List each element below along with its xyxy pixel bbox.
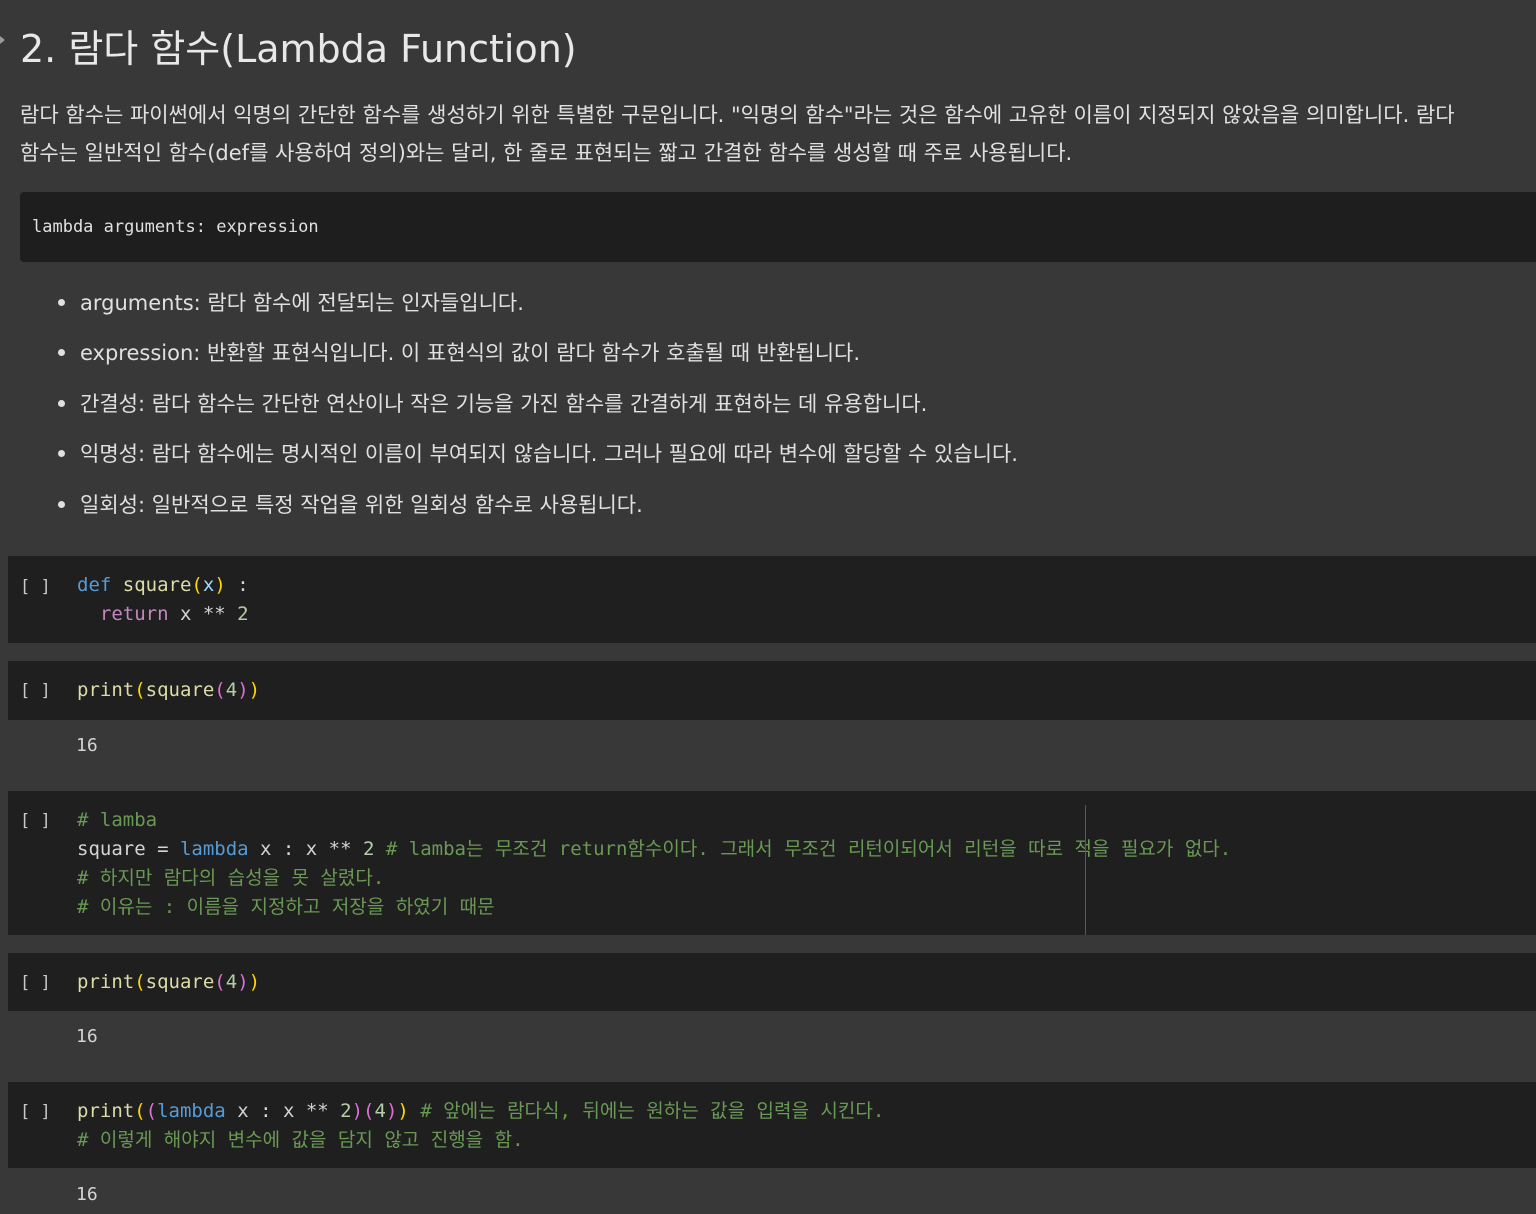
code-cell[interactable]: [ ] # lamba square = lambda x : x ** 2 # … — [8, 791, 1536, 935]
code-token: 4 — [374, 1100, 386, 1122]
code-token: ) — [351, 1100, 364, 1122]
code-token: x — [202, 574, 215, 596]
code-token: square — [145, 971, 215, 993]
run-cell-button[interactable]: [ ] — [20, 811, 51, 831]
code-token: print — [77, 679, 135, 701]
intro-paragraph: 람다 함수는 파이썬에서 익명의 간단한 함수를 생성하기 위한 특별한 구문입… — [20, 96, 1536, 172]
code-token: x ** — [168, 603, 238, 625]
bullet-dot-icon — [58, 400, 65, 407]
code-token: 4 — [225, 679, 238, 701]
code-token: x : x ** — [248, 838, 363, 860]
code-token: ) — [397, 1100, 409, 1122]
code-token: 2 — [237, 603, 249, 625]
code-editor[interactable]: def square(x) : return x ** 2 — [77, 571, 249, 629]
run-cell-button[interactable]: [ ] — [20, 681, 51, 701]
code-editor[interactable]: print(square(4)) — [77, 968, 260, 997]
code-line: # 이렇게 해야지 변수에 값을 담지 않고 진행을 함. — [77, 1126, 884, 1155]
code-line: square = lambda x : x ** 2 # lamba는 무조건 … — [77, 835, 1231, 864]
intro-line: 람다 함수는 파이썬에서 익명의 간단한 함수를 생성하기 위한 특별한 구문입… — [20, 103, 1455, 127]
code-token: # lamba — [77, 809, 158, 831]
code-line: def square(x) : — [77, 571, 249, 600]
code-token: square = — [77, 838, 180, 860]
code-token: ) — [214, 574, 226, 596]
code-token: square — [122, 574, 192, 596]
code-token: 2 — [362, 838, 375, 860]
code-token: ) — [248, 971, 261, 993]
code-editor[interactable]: # lamba square = lambda x : x ** 2 # lamb… — [77, 806, 1231, 922]
code-token: ( — [145, 1100, 158, 1122]
section-collapse-caret-icon[interactable] — [0, 36, 5, 44]
code-cell[interactable]: [ ] print((lambda x : x ** 2)(4)) # 앞에는 … — [8, 1082, 1536, 1168]
code-token: # 하지만 람다의 습성을 못 살렸다. — [77, 867, 385, 889]
section-heading: 2. 람다 함수(Lambda Function) — [20, 27, 577, 71]
code-cell[interactable]: [ ] print(square(4)) — [8, 661, 1536, 720]
cell-output: 16 — [76, 735, 98, 756]
code-line: print(square(4)) — [77, 968, 260, 997]
run-cell-button[interactable]: [ ] — [20, 577, 51, 597]
editor-ruler — [1085, 805, 1086, 935]
code-token: print — [77, 1100, 135, 1122]
cell-output: 16 — [76, 1184, 98, 1205]
bullet-dot-icon — [58, 349, 65, 356]
code-token: ( — [134, 679, 146, 701]
code-cell[interactable]: [ ] def square(x) : return x ** 2 — [8, 556, 1536, 643]
code-token: ) — [237, 971, 249, 993]
syntax-code-block: lambda arguments: expression — [20, 192, 1536, 262]
bullet-dot-icon — [58, 501, 65, 508]
code-line: print(square(4)) — [77, 676, 260, 705]
bullet-dot-icon — [58, 299, 65, 306]
code-token: square — [145, 679, 215, 701]
code-token: ) — [237, 679, 249, 701]
code-editor[interactable]: print((lambda x : x ** 2)(4)) # 앞에는 람다식,… — [77, 1097, 884, 1155]
code-line: # 하지만 람다의 습성을 못 살렸다. — [77, 864, 1231, 893]
code-token: # 이렇게 해야지 변수에 값을 담지 않고 진행을 함. — [77, 1129, 524, 1151]
code-token: : — [225, 574, 249, 596]
run-cell-button[interactable]: [ ] — [20, 1102, 51, 1122]
code-token: lambda — [179, 838, 249, 860]
run-cell-button[interactable]: [ ] — [20, 973, 51, 993]
code-token: # lamba는 무조건 return함수이다. 그래서 무조건 리턴이되어서 … — [385, 838, 1232, 860]
code-line: return x ** 2 — [77, 600, 249, 629]
code-token: ( — [191, 574, 203, 596]
code-token: ( — [134, 1100, 146, 1122]
code-token: return — [99, 603, 169, 625]
cell-output: 16 — [76, 1026, 98, 1047]
code-token: 2 — [340, 1100, 352, 1122]
code-token: x : x ** — [225, 1100, 341, 1122]
code-cell[interactable]: [ ] print(square(4)) — [8, 953, 1536, 1011]
code-token: ( — [214, 679, 226, 701]
code-token: lambda — [157, 1100, 226, 1122]
code-token: ( — [134, 971, 146, 993]
code-line: print((lambda x : x ** 2)(4)) # 앞에는 람다식,… — [77, 1097, 884, 1126]
code-token: ) — [248, 679, 261, 701]
code-token: ) — [385, 1100, 398, 1122]
code-token: 4 — [225, 971, 238, 993]
code-line: # 이유는 : 이름을 지정하고 저장을 하였기 때문 — [77, 893, 1231, 922]
code-line: # lamba — [77, 806, 1231, 835]
code-token: # 이유는 : 이름을 지정하고 저장을 하였기 때문 — [77, 896, 495, 918]
code-token: def — [77, 574, 112, 596]
bullet-dot-icon — [58, 450, 65, 457]
code-token: print — [77, 971, 135, 993]
code-token: ( — [363, 1100, 375, 1122]
code-token: ( — [214, 971, 226, 993]
code-token: # 앞에는 람다식, 뒤에는 원하는 값을 입력을 시킨다. — [420, 1100, 885, 1122]
syntax-code: lambda arguments: expression — [32, 217, 319, 237]
intro-line: 함수는 일반적인 함수(def를 사용하여 정의)와는 달리, 한 줄로 표현되… — [20, 141, 1073, 165]
code-editor[interactable]: print(square(4)) — [77, 676, 260, 705]
